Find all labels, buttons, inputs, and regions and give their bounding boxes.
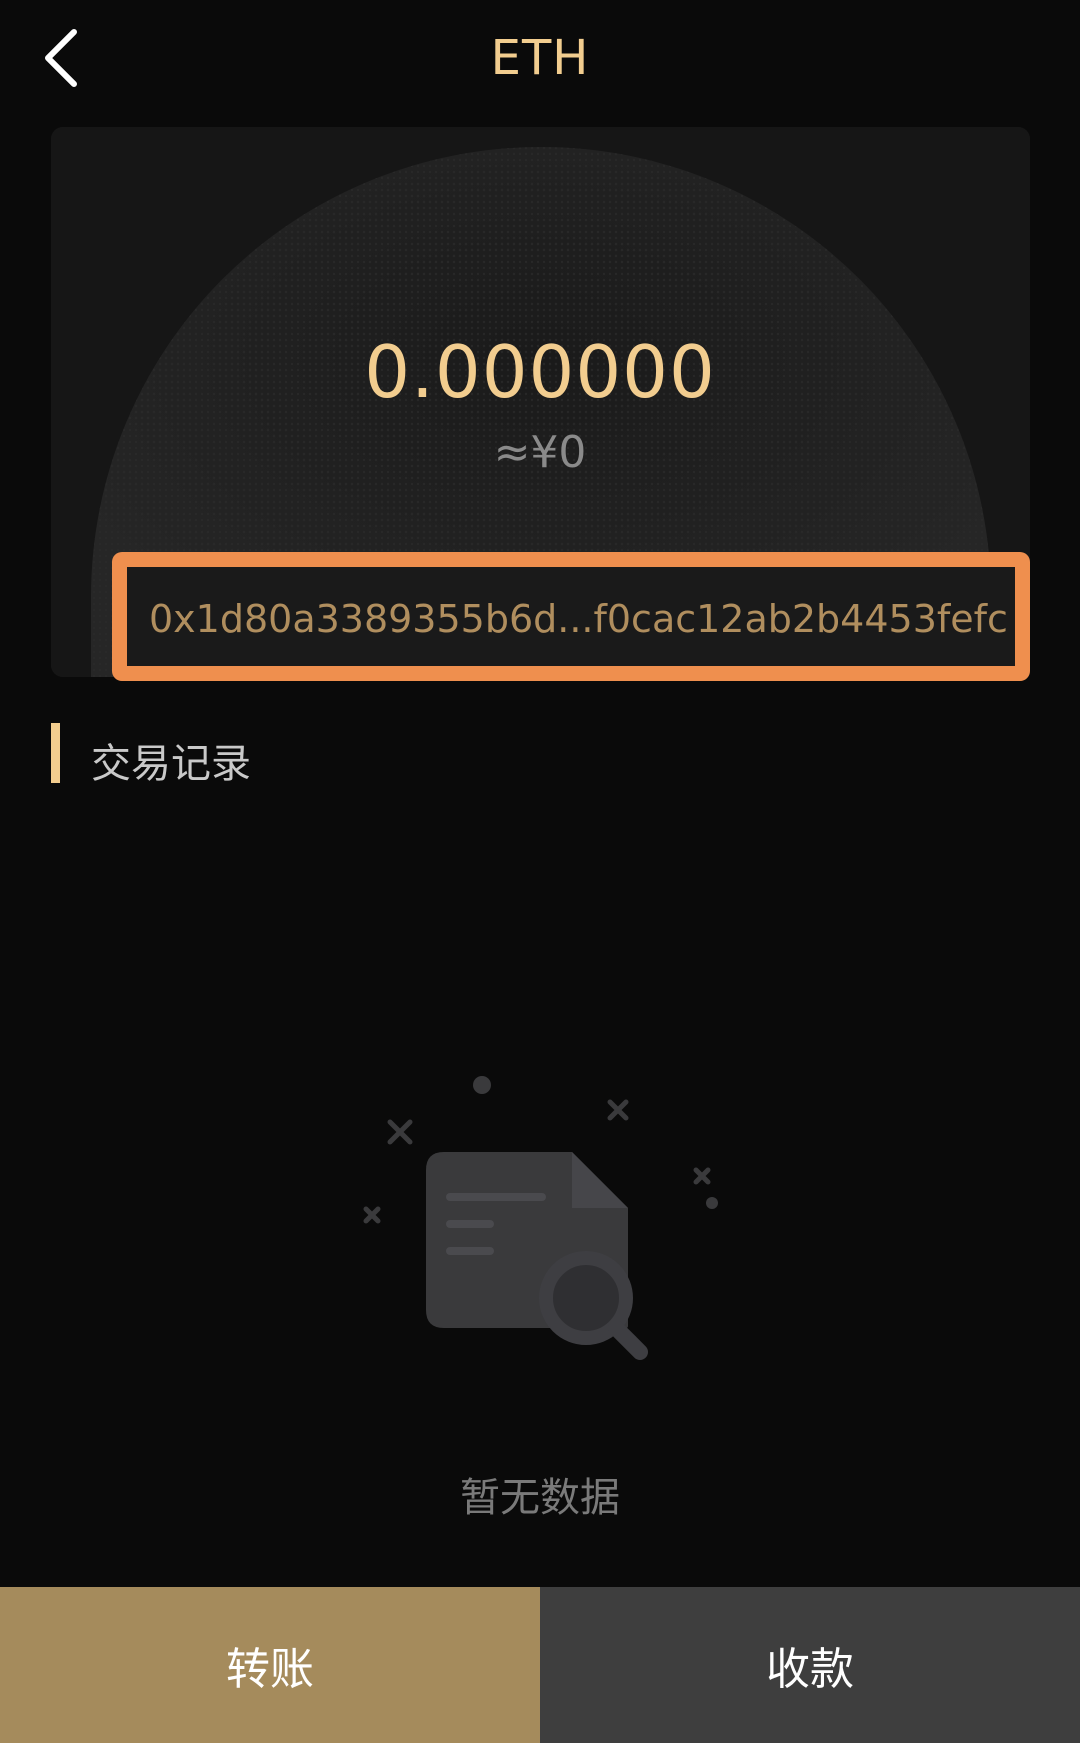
balance-amount: 0.000000 <box>364 330 716 414</box>
bottom-action-bar: 转账 收款 <box>0 1587 1080 1743</box>
empty-state-text: 暂无数据 <box>460 1475 620 1521</box>
receive-button[interactable]: 收款 <box>540 1587 1080 1743</box>
wallet-address-box[interactable]: 0x1d80a3389355b6d...f0cac12ab2b4453fefc <box>112 552 1030 681</box>
empty-document-search-icon <box>363 1076 718 1360</box>
section-accent-bar <box>51 723 60 783</box>
page-title: ETH <box>490 30 590 86</box>
wallet-address: 0x1d80a3389355b6d...f0cac12ab2b4453fefc <box>149 597 1008 641</box>
top-navbar: ETH <box>0 0 1080 120</box>
section-title: 交易记录 <box>91 741 251 787</box>
fiat-value: ≈¥0 <box>493 427 587 478</box>
transfer-button[interactable]: 转账 <box>0 1587 540 1743</box>
